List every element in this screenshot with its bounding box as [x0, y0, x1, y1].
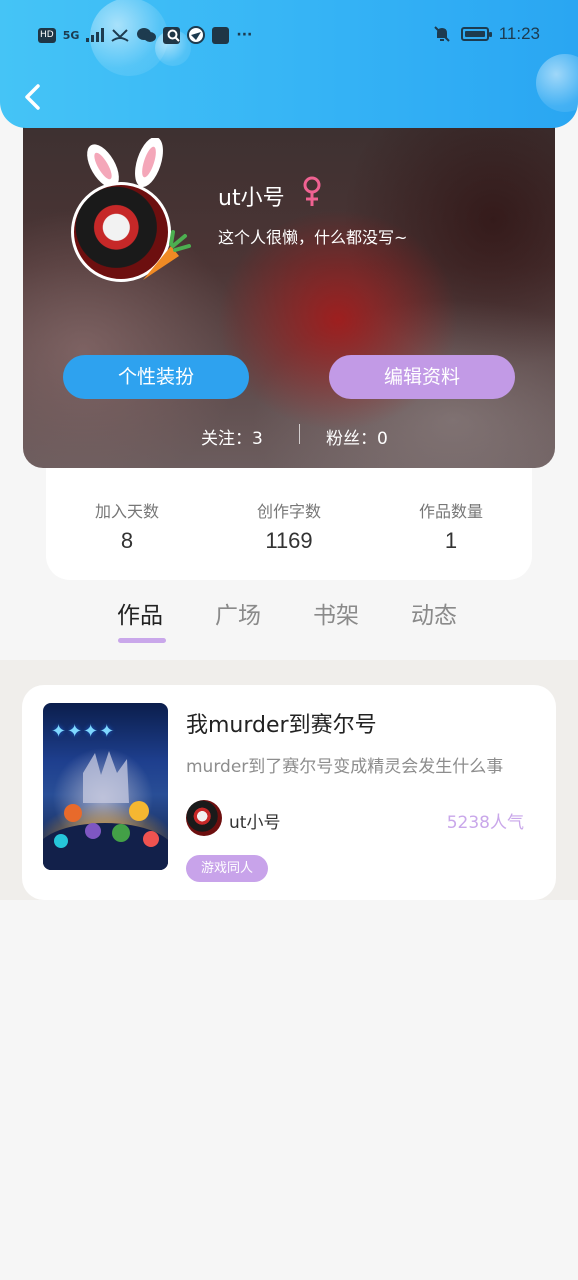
- tab-square[interactable]: 广场: [215, 596, 261, 630]
- signal-bars-icon: [86, 28, 105, 42]
- work-cover-image[interactable]: ✦✦✦✦: [43, 703, 168, 870]
- missed-call-icon: [111, 29, 129, 42]
- signal-5g-indicator: 5G: [62, 28, 80, 42]
- follow-stats: 关注：3 粉丝：0: [23, 424, 555, 449]
- stats-card: 加入天数 8 创作字数 1169 作品数量 1: [46, 450, 532, 580]
- author-avatar: [186, 800, 222, 836]
- popularity-count: 5238人气: [446, 813, 524, 833]
- profile-card: ut小号 这个人很懒，什么都没写~ 个性装扮 编辑资料 关注：3 粉丝：0: [23, 100, 555, 468]
- edit-profile-button[interactable]: 编辑资料: [329, 355, 515, 399]
- decor-bubble: [536, 54, 578, 112]
- female-icon: [303, 176, 321, 206]
- author-name: ut小号: [229, 813, 281, 833]
- stat-label: 创作字数: [256, 502, 321, 521]
- cover-logo: ✦✦✦✦: [51, 721, 116, 742]
- top-header: HD 5G ··· 11:23: [0, 0, 578, 128]
- stat-works-count: 作品数量 1: [370, 498, 532, 554]
- stat-label: 加入天数: [94, 502, 159, 521]
- battery-level: [464, 31, 486, 37]
- tab-bar: 作品 广场 书架 动态: [0, 596, 578, 656]
- tab-works[interactable]: 作品: [117, 596, 163, 630]
- tab-active-indicator: [118, 638, 166, 643]
- stat-value: 1: [444, 528, 458, 553]
- tab-activity[interactable]: 动态: [411, 596, 457, 630]
- chevron-left-icon: [25, 84, 40, 110]
- hd-indicator: HD: [38, 27, 56, 43]
- tab-bookshelf[interactable]: 书架: [313, 596, 359, 630]
- bell-muted-icon: [434, 26, 450, 42]
- stat-label: 作品数量: [418, 502, 483, 521]
- stat-value: 8: [120, 528, 134, 553]
- back-button[interactable]: [18, 80, 48, 114]
- work-description: murder到了赛尔号变成精灵会发生什么事: [186, 757, 504, 777]
- status-bar: HD 5G ··· 11:23: [0, 18, 578, 52]
- wechat-icon: [137, 28, 157, 42]
- fans-count[interactable]: 粉丝：0: [326, 424, 388, 449]
- work-title[interactable]: 我murder到赛尔号: [186, 707, 377, 739]
- app-icon: [212, 26, 230, 44]
- work-card[interactable]: ✦✦✦✦ 我murder到赛尔号 murder到了赛尔号变成精灵会发生什么事 u…: [22, 685, 556, 900]
- browser-icon: [187, 26, 206, 44]
- personal-dress-button[interactable]: 个性装扮: [63, 355, 249, 399]
- divider: [299, 424, 300, 444]
- profile-bio: 这个人很懒，什么都没写~: [218, 228, 408, 247]
- carrot-icon: [143, 230, 191, 280]
- more-notifications-icon: ···: [236, 27, 253, 43]
- status-time: 11:23: [498, 24, 540, 43]
- following-count[interactable]: 关注：3: [201, 424, 263, 449]
- avatar-frame[interactable]: [71, 138, 191, 288]
- genre-tag[interactable]: 游戏同人: [186, 855, 269, 882]
- profile-username: ut小号: [218, 186, 285, 211]
- battery-icon: [460, 27, 492, 41]
- search-app-icon: [163, 26, 181, 44]
- stat-join-days: 加入天数 8: [46, 498, 208, 554]
- stat-value: 1169: [265, 528, 313, 553]
- stat-word-count: 创作字数 1169: [208, 498, 370, 554]
